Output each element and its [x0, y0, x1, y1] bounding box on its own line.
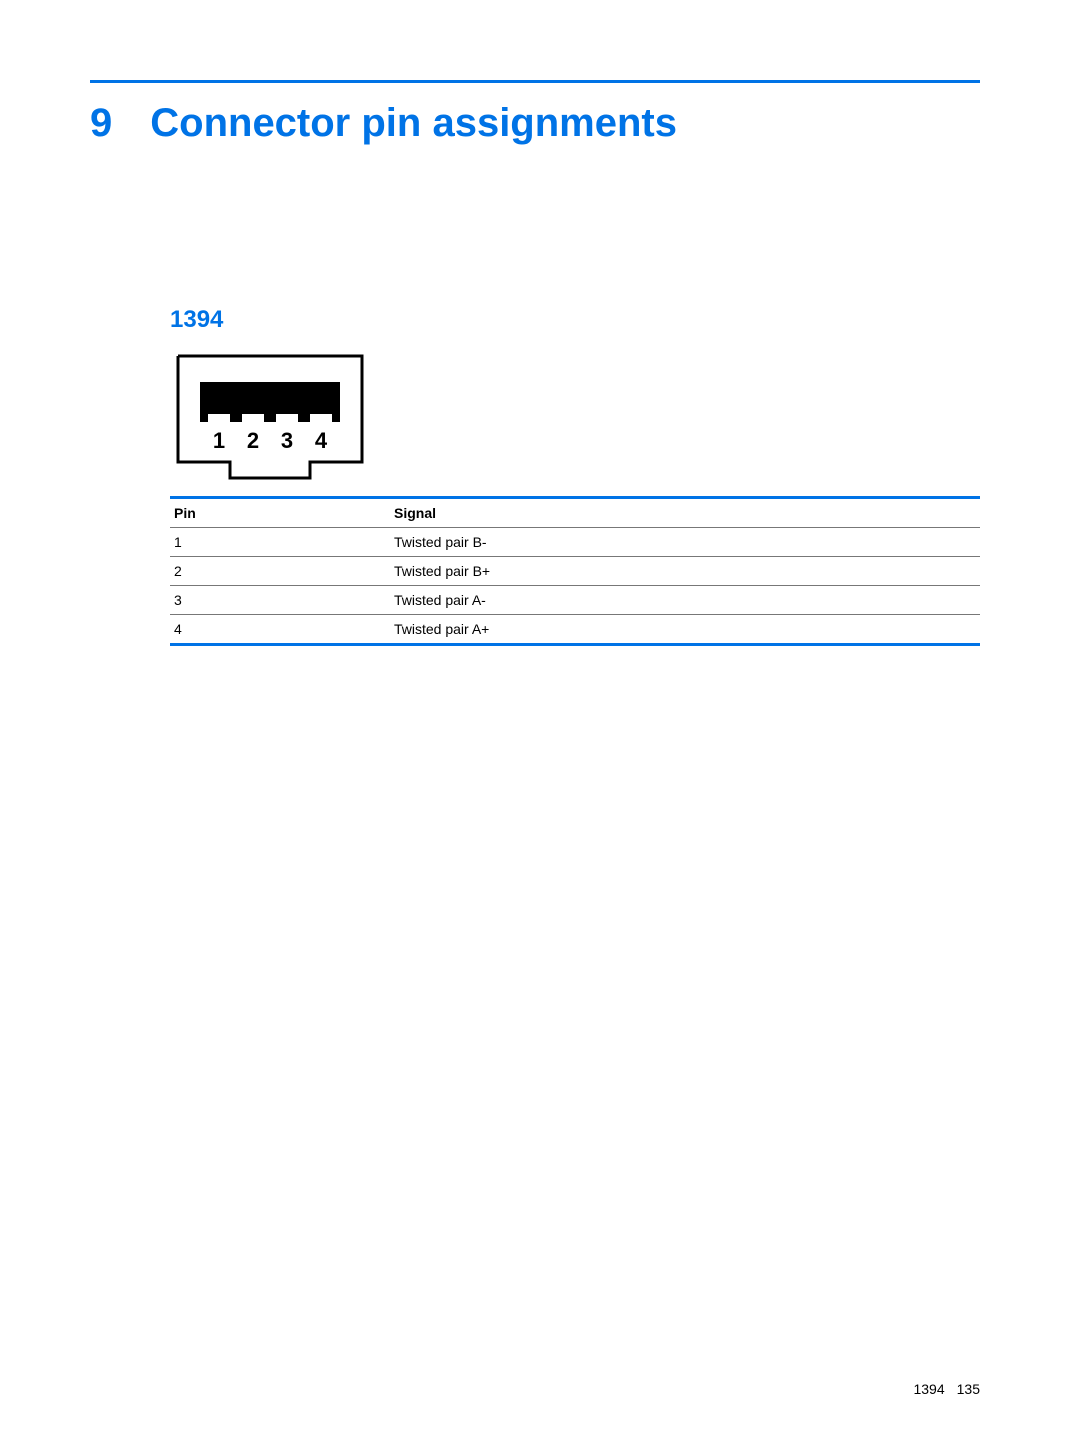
pin-label-1: 1 [213, 428, 225, 453]
page: 9 Connector pin assignments 1394 1 2 3 4… [0, 0, 1080, 1437]
page-footer: 1394 135 [913, 1381, 980, 1397]
pin-label-3: 3 [281, 428, 293, 453]
table-row: 3 Twisted pair A- [170, 586, 980, 615]
cell-signal: Twisted pair A- [394, 592, 976, 608]
footer-section: 1394 [913, 1381, 944, 1397]
cell-pin: 1 [174, 534, 394, 550]
cell-signal: Twisted pair A+ [394, 621, 976, 637]
connector-1394-icon: 1 2 3 4 [170, 352, 370, 482]
table-row: 2 Twisted pair B+ [170, 557, 980, 586]
table-header-pin: Pin [174, 505, 394, 521]
section-title-1394: 1394 [170, 306, 980, 334]
pin-label-2: 2 [247, 428, 259, 453]
pin-table: Pin Signal 1 Twisted pair B- 2 Twisted p… [170, 496, 980, 646]
cell-pin: 4 [174, 621, 394, 637]
chapter-title: Connector pin assignments [150, 101, 677, 146]
chapter-line: 9 Connector pin assignments [90, 101, 980, 146]
connector-diagram-1394: 1 2 3 4 [170, 352, 980, 482]
cell-signal: Twisted pair B+ [394, 563, 976, 579]
footer-page-number: 135 [957, 1381, 980, 1397]
pin-label-4: 4 [315, 428, 328, 453]
table-row: 4 Twisted pair A+ [170, 615, 980, 643]
chapter-number: 9 [90, 101, 112, 146]
cell-pin: 3 [174, 592, 394, 608]
table-header-row: Pin Signal [170, 499, 980, 528]
cell-pin: 2 [174, 563, 394, 579]
table-header-signal: Signal [394, 505, 976, 521]
chapter-header: 9 Connector pin assignments [90, 80, 980, 146]
cell-signal: Twisted pair B- [394, 534, 976, 550]
table-row: 1 Twisted pair B- [170, 528, 980, 557]
